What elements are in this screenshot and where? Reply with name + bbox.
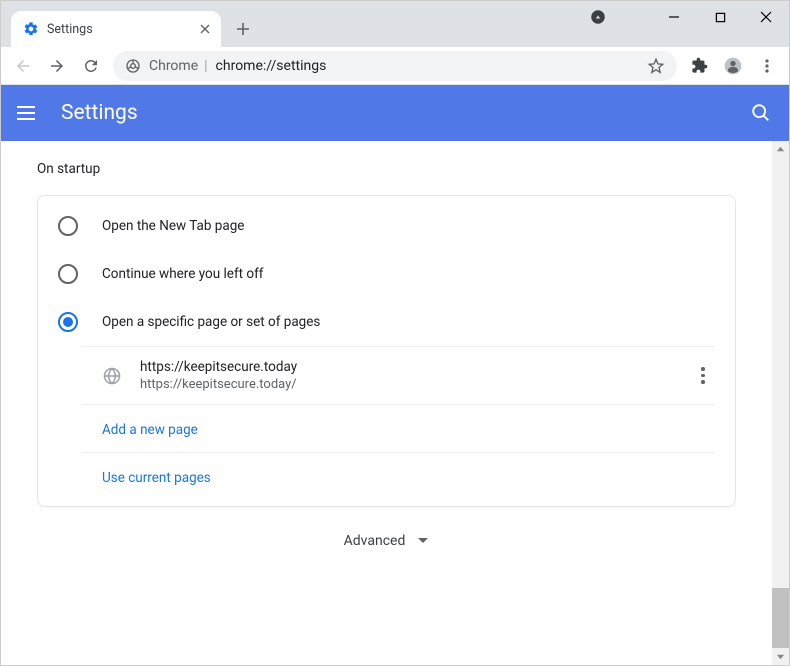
omnibox-scheme-label: Chrome | [149,58,208,74]
startup-page-title: https://keepitsecure.today [140,359,673,375]
minimize-button[interactable] [651,1,697,33]
chrome-menu-button[interactable] [751,50,783,82]
startup-page-entry: https://keepitsecure.today https://keepi… [140,359,673,392]
chevron-down-icon [417,535,429,547]
hamburger-menu-icon[interactable] [17,101,41,125]
option-specific-pages[interactable]: Open a specific page or set of pages [38,298,735,346]
incognito-badge-icon [575,1,621,33]
scrollbar-thumb[interactable] [772,588,789,648]
section-on-startup-label: On startup [1,161,772,177]
on-startup-card: Open the New Tab page Continue where you… [37,195,736,507]
omnibox[interactable]: Chrome | chrome://settings [113,51,677,81]
back-button[interactable] [7,50,39,82]
browser-tab[interactable]: Settings [11,11,221,47]
profile-button[interactable] [717,50,749,82]
advanced-label: Advanced [344,533,406,549]
page-more-button[interactable] [691,364,715,388]
radio-unchecked-icon[interactable] [58,264,78,284]
radio-checked-icon[interactable] [58,312,78,332]
add-new-page-link[interactable]: Add a new page [102,422,198,438]
globe-icon [102,366,122,386]
chrome-scheme-icon [125,58,141,74]
tab-title: Settings [47,22,189,37]
window-controls [575,1,789,33]
forward-button[interactable] [41,50,73,82]
option-label: Open a specific page or set of pages [102,314,320,330]
option-continue[interactable]: Continue where you left off [38,250,735,298]
scroll-down-icon[interactable] [772,648,789,665]
use-current-pages-link[interactable]: Use current pages [102,470,211,486]
advanced-toggle[interactable]: Advanced [1,507,772,575]
close-tab-icon[interactable] [197,21,213,37]
search-icon[interactable] [749,101,773,125]
close-window-button[interactable] [743,1,789,33]
window-titlebar: Settings [1,1,789,47]
maximize-button[interactable] [697,1,743,33]
scroll-up-icon[interactable] [772,141,789,158]
bookmark-star-icon[interactable] [647,57,665,75]
omnibox-url: chrome://settings [216,58,639,74]
radio-unchecked-icon[interactable] [58,216,78,236]
settings-page-title: Settings [61,101,729,125]
settings-page-header: Settings [1,85,789,141]
extensions-button[interactable] [683,50,715,82]
option-label: Continue where you left off [102,266,264,282]
new-tab-button[interactable] [229,15,257,43]
vertical-scrollbar[interactable] [772,141,789,665]
option-new-tab[interactable]: Open the New Tab page [38,202,735,250]
startup-page-url: https://keepitsecure.today/ [140,377,673,392]
settings-gear-icon [23,21,39,37]
option-label: Open the New Tab page [102,218,244,234]
address-bar: Chrome | chrome://settings [1,47,789,85]
settings-content: On startup Open the New Tab page Continu… [1,141,772,665]
reload-button[interactable] [75,50,107,82]
